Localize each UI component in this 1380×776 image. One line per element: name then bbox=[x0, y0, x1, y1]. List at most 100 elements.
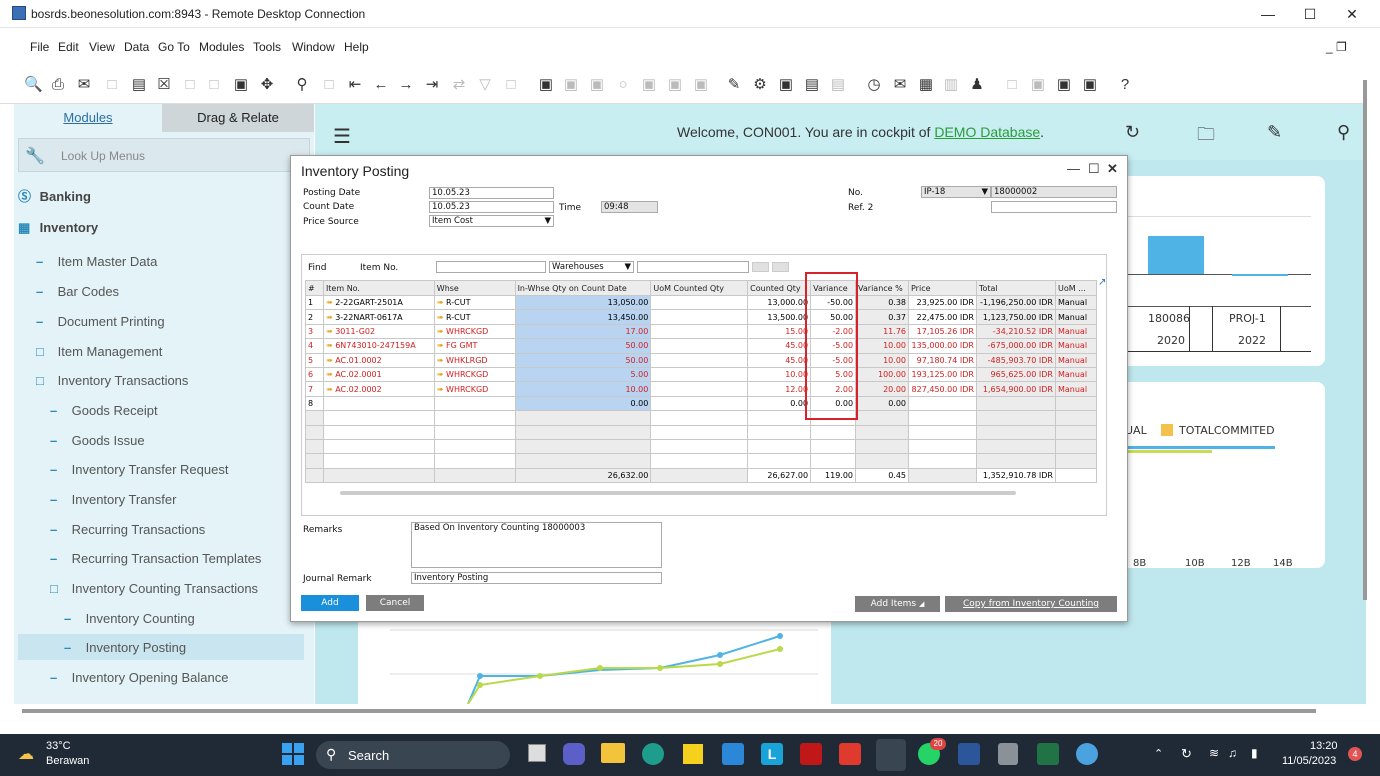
cell-counted-qty[interactable]: 0.00 bbox=[747, 395, 812, 412]
start-icon[interactable] bbox=[282, 743, 304, 765]
clock-icon[interactable]: ◷ bbox=[865, 76, 883, 94]
minimize-icon[interactable]: — bbox=[1067, 161, 1080, 176]
doc-icon[interactable]: □ bbox=[1003, 76, 1021, 94]
col-uom[interactable]: UoM ... bbox=[1054, 280, 1098, 296]
menu-file[interactable]: File bbox=[30, 40, 49, 54]
lookup-menus[interactable]: 🔧 Look Up Menus bbox=[18, 138, 310, 172]
cell-whse[interactable]: ➠ FG GMT bbox=[433, 338, 516, 354]
cell-counted-qty[interactable]: 15.00 bbox=[747, 323, 812, 340]
excel-icon[interactable] bbox=[1037, 743, 1059, 765]
speaker-icon[interactable]: ♫ bbox=[1228, 746, 1237, 760]
cell-whse[interactable]: ➠ R-CUT bbox=[433, 309, 516, 325]
tab-modules[interactable]: Modules bbox=[14, 104, 162, 132]
link-arrow-icon[interactable]: ➠ bbox=[437, 313, 444, 322]
weather-icon[interactable]: ☁ bbox=[18, 744, 34, 764]
menu-tools[interactable]: Tools bbox=[253, 40, 281, 54]
cell-counted-qty[interactable]: 12.00 bbox=[747, 381, 812, 397]
cell-price[interactable]: 17,105.26 IDR bbox=[908, 323, 977, 340]
cell-price[interactable]: 193,125.00 IDR bbox=[908, 366, 977, 383]
cell-uom-counted[interactable] bbox=[650, 352, 749, 368]
col-price[interactable]: Price bbox=[908, 280, 977, 296]
import-icon[interactable]: ▣ bbox=[1081, 76, 1099, 94]
edge-icon[interactable] bbox=[642, 743, 664, 765]
weather-text[interactable]: Berawan bbox=[46, 755, 89, 767]
cell-uom-counted[interactable] bbox=[650, 381, 749, 397]
chat-icon[interactable]: ▤ bbox=[829, 76, 847, 94]
cell-uom-counted[interactable] bbox=[650, 338, 749, 354]
col-whse[interactable]: Whse bbox=[433, 280, 516, 296]
find-input[interactable] bbox=[436, 261, 546, 273]
nav-document-printing[interactable]: – Document Printing bbox=[36, 314, 165, 329]
menu-modules[interactable]: Modules bbox=[199, 40, 244, 54]
query-icon[interactable]: ▣ bbox=[777, 76, 795, 94]
cell-item-no[interactable]: ➠ 3011-G02 bbox=[322, 323, 435, 340]
doc-number-field[interactable]: 18000002 bbox=[991, 186, 1117, 198]
warehouse-input[interactable] bbox=[637, 261, 749, 273]
prev-record-icon[interactable]: ← bbox=[372, 76, 390, 94]
preview-icon[interactable]: 🔍 bbox=[24, 76, 43, 94]
cell-price[interactable]: 135,000.00 IDR bbox=[908, 338, 977, 354]
posting-date-field[interactable]: 10.05.23 bbox=[429, 187, 554, 199]
col-in-whse-qty[interactable]: In-Whse Qty on Count Date bbox=[514, 280, 652, 296]
add-items-button[interactable]: Add Items ◢ bbox=[855, 596, 940, 612]
form-icon[interactable]: ▣ bbox=[232, 76, 250, 94]
nav-goods-receipt[interactable]: – Goods Receipt bbox=[50, 403, 158, 418]
cell-whse[interactable]: ➠ WHKLRGD bbox=[433, 352, 516, 368]
cell-whse[interactable] bbox=[433, 395, 516, 412]
col-variance-pct[interactable]: Variance % bbox=[855, 280, 909, 296]
tray-chevron-icon[interactable]: ⌃ bbox=[1154, 747, 1163, 760]
ref2-field[interactable] bbox=[991, 201, 1117, 213]
relationship-icon[interactable]: ▣ bbox=[588, 76, 606, 94]
nav-bar-codes[interactable]: – Bar Codes bbox=[36, 284, 119, 299]
temperature[interactable]: 33°C bbox=[46, 740, 71, 752]
store-icon[interactable] bbox=[722, 743, 744, 765]
cell-whse[interactable]: ➠ WHRCKGD bbox=[433, 366, 516, 383]
vertical-scrollbar[interactable] bbox=[1363, 80, 1367, 600]
maximize-icon[interactable]: ☐ bbox=[1088, 161, 1100, 177]
table-row[interactable]: 7 ➠ AC.02.0002 ➠ WHRCKGD 10.00 12.00 2.00 20.0… bbox=[305, 381, 1098, 397]
cell-uom[interactable]: Manual bbox=[1054, 381, 1098, 397]
menu-window[interactable]: Window bbox=[292, 40, 335, 54]
cell-whse[interactable]: ➠ WHRCKGD bbox=[433, 323, 516, 340]
cell-item-no[interactable]: ➠ AC.01.0002 bbox=[322, 352, 435, 368]
prev-find-button[interactable] bbox=[752, 262, 769, 272]
link-arrow-icon[interactable]: ➠ bbox=[437, 341, 444, 350]
alert-icon[interactable]: ✉ bbox=[891, 76, 909, 94]
remarks-field[interactable]: Based On Inventory Counting 18000003 bbox=[411, 522, 662, 568]
cell-uom[interactable]: Manual bbox=[1054, 338, 1098, 354]
col-index[interactable]: # bbox=[305, 280, 324, 296]
cell-uom-counted[interactable] bbox=[650, 366, 749, 383]
cell-item-no[interactable] bbox=[322, 395, 435, 412]
sync-icon[interactable]: ↻ bbox=[1181, 746, 1192, 762]
grid-scrollbar[interactable] bbox=[340, 491, 1016, 495]
menu-help[interactable]: Help bbox=[344, 40, 369, 54]
cell-price[interactable] bbox=[908, 395, 977, 412]
cell-uom[interactable]: Manual bbox=[1054, 309, 1098, 325]
base-doc-icon[interactable]: ▣ bbox=[537, 76, 555, 94]
link-arrow-icon[interactable]: ➠ bbox=[326, 327, 333, 336]
col-uom-counted[interactable]: UoM Counted Qty bbox=[650, 280, 749, 296]
menu-edit[interactable]: Edit bbox=[58, 40, 79, 54]
freight-icon[interactable]: ▣ bbox=[666, 76, 684, 94]
message-icon[interactable]: ▤ bbox=[803, 76, 821, 94]
expand-icon[interactable]: ↗ bbox=[1098, 277, 1106, 288]
teams-icon[interactable] bbox=[563, 743, 585, 765]
cell-counted-qty[interactable]: 45.00 bbox=[747, 352, 812, 368]
fax-icon[interactable]: ▤ bbox=[130, 76, 148, 94]
word-icon[interactable]: □ bbox=[181, 76, 199, 94]
pdf-icon[interactable]: □ bbox=[205, 76, 223, 94]
link-arrow-icon[interactable]: ➠ bbox=[326, 313, 333, 322]
cell-item-no[interactable]: ➠ 6N743010-247159A bbox=[322, 338, 435, 354]
next-find-button[interactable] bbox=[772, 262, 789, 272]
restore-icon[interactable]: _ ❐ bbox=[1326, 40, 1347, 54]
hamburger-icon[interactable]: ☰ bbox=[333, 124, 351, 149]
col-total[interactable]: Total bbox=[975, 280, 1056, 296]
first-record-icon[interactable]: ⇤ bbox=[346, 76, 364, 94]
cell-counted-qty[interactable]: 10.00 bbox=[747, 366, 812, 383]
cell-price[interactable]: 97,180.74 IDR bbox=[908, 352, 977, 368]
link-arrow-icon[interactable]: ➠ bbox=[437, 356, 444, 365]
nav-inventory-transactions[interactable]: □ Inventory Transactions bbox=[36, 373, 188, 388]
add-button[interactable]: Add bbox=[301, 595, 359, 611]
count-date-field[interactable]: 10.05.23 bbox=[429, 201, 554, 213]
last-record-icon[interactable]: ⇥ bbox=[423, 76, 441, 94]
